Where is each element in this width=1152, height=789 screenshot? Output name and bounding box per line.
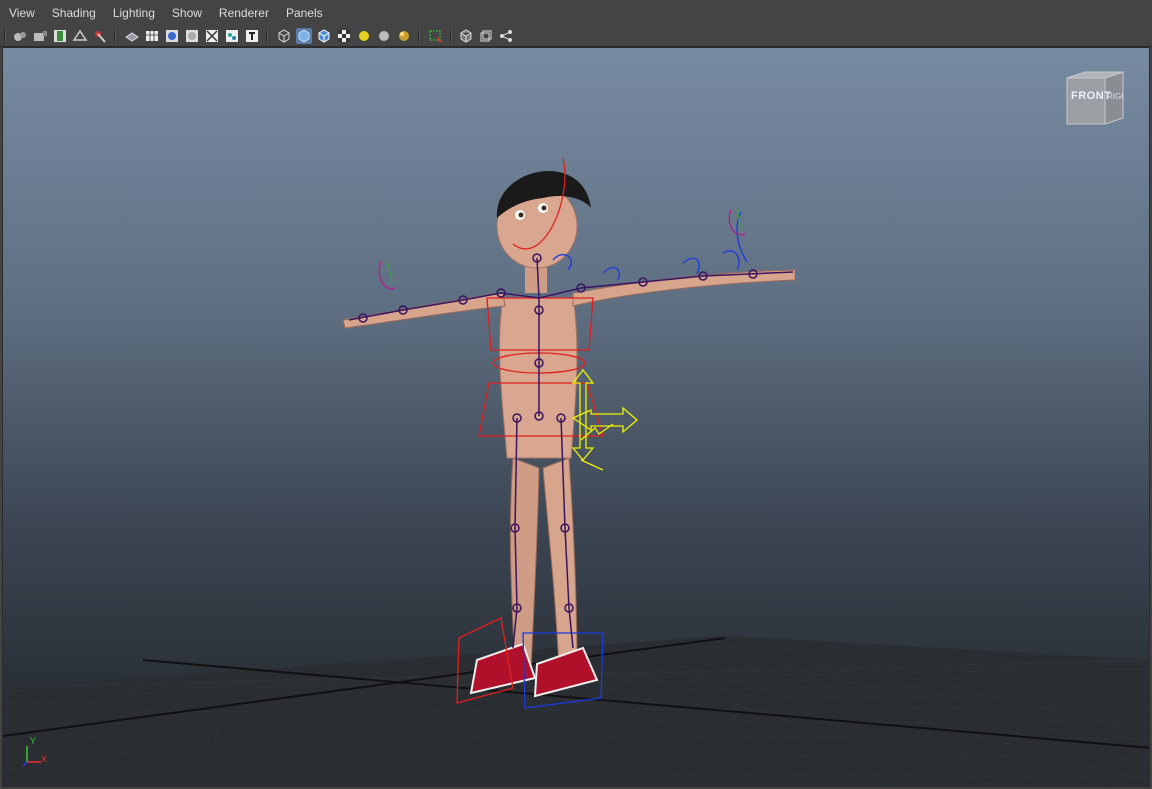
default-lights-icon[interactable] [356,28,372,44]
camera-select-icon[interactable] [12,28,28,44]
xray-icon[interactable] [204,28,220,44]
film-gate-icon[interactable] [52,28,68,44]
toolbar-separator [114,29,116,43]
cube-shaded-icon[interactable] [296,28,312,44]
shadows-icon[interactable] [396,28,412,44]
viewcube-right-label: RIGHT [1107,92,1123,101]
viewport-toolbar [0,26,1152,47]
3d-viewport[interactable]: FRONT RIGHT Y X [2,47,1150,787]
view-cube[interactable]: FRONT RIGHT [1065,70,1127,128]
cube-wire-icon[interactable] [276,28,292,44]
camera-rig-icon[interactable] [498,28,514,44]
textured-icon[interactable] [244,28,260,44]
ortho-icon[interactable] [478,28,494,44]
toolbar-separator [418,29,420,43]
cube-icon[interactable] [458,28,474,44]
menu-shading[interactable]: Shading [43,0,104,26]
use-lights-icon[interactable] [376,28,392,44]
image-plane-icon[interactable] [92,28,108,44]
axis-x-label: X [41,754,48,764]
camera-attributes-icon[interactable] [32,28,48,44]
toolbar-separator [450,29,452,43]
menu-view[interactable]: View [0,0,43,26]
cube-wireframe-on-shaded-icon[interactable] [316,28,332,44]
resolution-gate-icon[interactable] [72,28,88,44]
menu-panels[interactable]: Panels [277,0,331,26]
grid-icon[interactable] [124,28,140,44]
toolbar-separator [266,29,268,43]
isolate-select-icon[interactable] [428,28,444,44]
menu-renderer[interactable]: Renderer [210,0,277,26]
menu-show[interactable]: Show [163,0,210,26]
toolbar-separator [4,29,6,43]
wireframe-icon[interactable] [144,28,160,44]
viewport-menubar: View Shading Lighting Show Renderer Pane… [0,0,1152,26]
scene-canvas[interactable] [3,48,1150,787]
character-model[interactable] [342,170,796,698]
checker-icon[interactable] [336,28,352,44]
xray-joints-icon[interactable] [224,28,240,44]
axis-indicator: Y X [21,736,51,773]
cog-control [571,368,638,471]
menu-lighting[interactable]: Lighting [104,0,163,26]
axis-y-label: Y [30,736,37,746]
smooth-shade-icon[interactable] [164,28,180,44]
flat-shade-icon[interactable] [184,28,200,44]
viewcube-front-label: FRONT [1071,90,1112,102]
